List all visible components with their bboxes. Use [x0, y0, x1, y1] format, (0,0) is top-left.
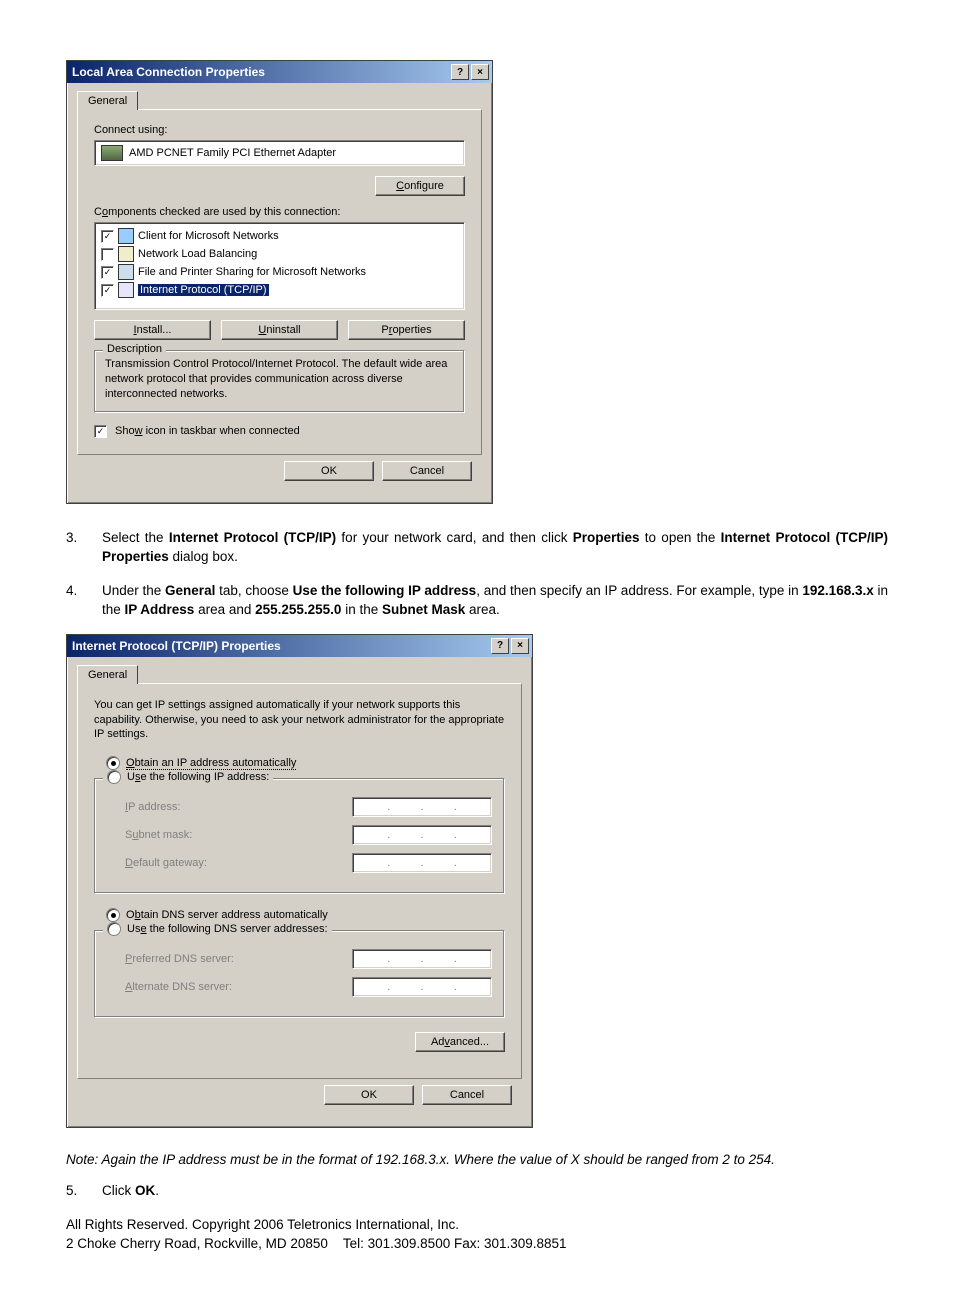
gateway-field[interactable]: ...: [352, 853, 492, 873]
tab-general[interactable]: General: [77, 91, 138, 110]
manual-dns-group: Use the following DNS server addresses: …: [94, 930, 505, 1018]
properties-button[interactable]: Properties: [348, 320, 465, 340]
fileshare-icon: [118, 264, 134, 280]
alternate-dns-label: Alternate DNS server:: [125, 981, 232, 993]
radio-use-following-dns-label: Use the following DNS server addresses:: [127, 923, 328, 935]
connect-using-label: Connect using:: [94, 124, 465, 136]
ip-address-field[interactable]: ...: [352, 797, 492, 817]
checkbox[interactable]: ✓: [101, 266, 114, 279]
radio-obtain-dns-auto[interactable]: [106, 908, 120, 922]
preferred-dns-field[interactable]: ...: [352, 949, 492, 969]
description-group: Description Transmission Control Protoco…: [94, 350, 465, 413]
subnet-mask-field[interactable]: ...: [352, 825, 492, 845]
instruction-step-5: 5. Click OK.: [66, 1181, 888, 1201]
show-icon-label: Show icon in taskbar when connected: [115, 425, 300, 437]
advanced-button[interactable]: Advanced...: [415, 1032, 505, 1052]
radio-use-following-dns[interactable]: [107, 922, 121, 936]
description-legend: Description: [103, 343, 166, 355]
ip-address-label: IP address:: [125, 801, 180, 813]
page-footer: All Rights Reserved. Copyright 2006 Tele…: [66, 1215, 888, 1254]
intro-text: You can get IP settings assigned automat…: [94, 698, 505, 743]
help-button[interactable]: ?: [491, 638, 509, 654]
cancel-button[interactable]: Cancel: [382, 461, 472, 481]
instruction-step-4: 4. Under the General tab, choose Use the…: [66, 581, 888, 620]
install-button[interactable]: Install...: [94, 320, 211, 340]
dialog-lan-properties: Local Area Connection Properties ? × Gen…: [66, 60, 493, 504]
nlb-icon: [118, 246, 134, 262]
dialog-title: Local Area Connection Properties: [72, 65, 449, 79]
ok-button[interactable]: OK: [324, 1085, 414, 1105]
show-icon-checkbox[interactable]: ✓: [94, 425, 107, 438]
adapter-field: AMD PCNET Family PCI Ethernet Adapter: [94, 140, 465, 166]
close-button[interactable]: ×: [471, 64, 489, 80]
radio-use-following-ip[interactable]: [107, 770, 121, 784]
list-item[interactable]: ✓ Client for Microsoft Networks: [99, 227, 460, 245]
close-button[interactable]: ×: [511, 638, 529, 654]
components-label: Components checked are used by this conn…: [94, 206, 465, 218]
checkbox[interactable]: ✓: [101, 230, 114, 243]
subnet-mask-label: Subnet mask:: [125, 829, 192, 841]
alternate-dns-field[interactable]: ...: [352, 977, 492, 997]
list-item[interactable]: ✓ File and Printer Sharing for Microsoft…: [99, 263, 460, 281]
components-list[interactable]: ✓ Client for Microsoft Networks Network …: [94, 222, 465, 310]
titlebar: Local Area Connection Properties ? ×: [67, 61, 492, 83]
radio-obtain-dns-auto-label: Obtain DNS server address automatically: [126, 909, 328, 921]
list-item[interactable]: Network Load Balancing: [99, 245, 460, 263]
instruction-step-3: 3. Select the Internet Protocol (TCP/IP)…: [66, 528, 888, 567]
checkbox[interactable]: ✓: [101, 284, 114, 297]
component-label: Network Load Balancing: [138, 248, 257, 260]
radio-obtain-ip-auto-label: Obtain an IP address automatically: [126, 757, 296, 770]
tab-general[interactable]: General: [77, 665, 138, 684]
client-icon: [118, 228, 134, 244]
help-button[interactable]: ?: [451, 64, 469, 80]
titlebar: Internet Protocol (TCP/IP) Properties ? …: [67, 635, 532, 657]
preferred-dns-label: Preferred DNS server:: [125, 953, 234, 965]
radio-use-following-ip-label: Use the following IP address:: [127, 771, 269, 783]
configure-button[interactable]: Configure: [375, 176, 465, 196]
nic-icon: [101, 145, 123, 161]
gateway-label: Default gateway:: [125, 857, 207, 869]
list-item[interactable]: ✓ Internet Protocol (TCP/IP): [99, 281, 460, 299]
component-label: Internet Protocol (TCP/IP): [138, 284, 269, 296]
uninstall-button[interactable]: Uninstall: [221, 320, 338, 340]
component-label: Client for Microsoft Networks: [138, 230, 279, 242]
dialog-tcpip-properties: Internet Protocol (TCP/IP) Properties ? …: [66, 634, 533, 1129]
ok-button[interactable]: OK: [284, 461, 374, 481]
dialog-title: Internet Protocol (TCP/IP) Properties: [72, 639, 489, 653]
component-label: File and Printer Sharing for Microsoft N…: [138, 266, 366, 278]
radio-obtain-ip-auto[interactable]: [106, 756, 120, 770]
note-text: Note: Again the IP address must be in th…: [66, 1152, 888, 1167]
description-text: Transmission Control Protocol/Internet P…: [105, 357, 454, 402]
tcpip-icon: [118, 282, 134, 298]
cancel-button[interactable]: Cancel: [422, 1085, 512, 1105]
checkbox[interactable]: [101, 248, 114, 261]
manual-ip-group: Use the following IP address: IP address…: [94, 778, 505, 894]
adapter-name: AMD PCNET Family PCI Ethernet Adapter: [129, 147, 336, 159]
